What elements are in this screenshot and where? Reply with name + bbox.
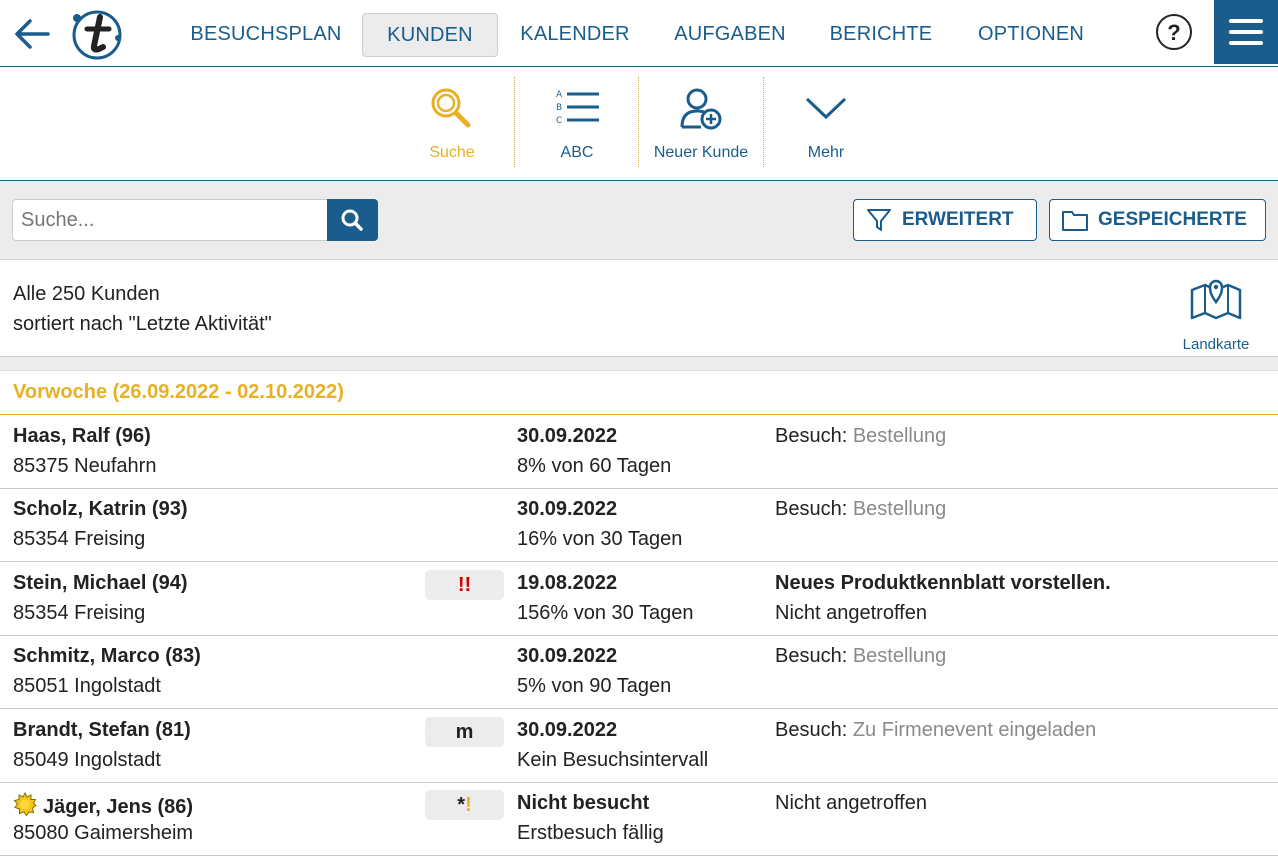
activity-type: Besuch: [775, 425, 848, 447]
folder-icon [1062, 211, 1088, 231]
customer-name-with-new-marker: Jäger, Jens (86) [13, 792, 193, 819]
result-summary: Alle 250 Kunden sortiert nach "Letzte Ak… [0, 260, 1278, 357]
magnifier-icon [431, 88, 471, 128]
last-activity: Nicht angetroffen [775, 792, 927, 814]
last-visit-date: 30.09.2022 [517, 425, 618, 447]
tab-aufgaben[interactable]: AUFGABEN [658, 13, 802, 55]
map-button[interactable]: Landkarte [1174, 270, 1258, 353]
toolbar-new-customer-label: Neuer Kunde [653, 144, 749, 161]
new-customer-sun-icon [13, 792, 37, 816]
toolbar-abc-button[interactable]: A B C ABC [515, 67, 639, 180]
customer-count-text: Alle 250 Kunden [13, 283, 160, 305]
tab-optionen[interactable]: OPTIONEN [960, 13, 1102, 55]
map-label: Landkarte [1182, 336, 1250, 353]
customer-city: 85051 Ingolstadt [13, 675, 161, 697]
toolbar-more-button[interactable]: Mehr [764, 67, 888, 180]
last-visit-date: 30.09.2022 [517, 719, 618, 741]
activity-detail: Zu Firmenevent eingeladen [852, 719, 1097, 741]
search-input[interactable] [12, 199, 328, 241]
svg-text:B: B [556, 103, 562, 113]
customer-row[interactable]: Brandt, Stefan (81) 85049 Ingolstadt m 3… [0, 709, 1278, 783]
new-customer-badge: *! *! [425, 790, 504, 820]
customer-name: Scholz, Katrin (93) [13, 498, 188, 520]
customer-city: 85049 Ingolstadt [13, 749, 161, 771]
chevron-down-icon [805, 97, 847, 120]
last-visit-date: 30.09.2022 [517, 498, 618, 520]
add-person-icon [680, 88, 722, 130]
svg-text:C: C [556, 116, 562, 126]
activity-detail: Bestellung [852, 498, 947, 520]
last-visit-date: Nicht besucht [517, 792, 650, 814]
tab-berichte[interactable]: BERICHTE [817, 13, 945, 55]
last-activity: Neues Produktkennblatt vorstellen. [775, 572, 1111, 594]
toolbar-more-label: Mehr [807, 144, 845, 161]
activity-result: Nicht angetroffen [775, 602, 927, 624]
filter-icon [867, 209, 891, 231]
abc-list-icon: A B C [556, 90, 599, 126]
hamburger-menu-icon[interactable] [1214, 0, 1278, 64]
customer-name: Brandt, Stefan (81) [13, 719, 191, 741]
action-toolbar: Suche A B C ABC Neuer Kunde Mehr [0, 67, 1278, 181]
app-logo-icon [70, 8, 124, 62]
activity-detail: Bestellung [852, 645, 947, 667]
activity-detail: Bestellung [852, 425, 947, 447]
toolbar-abc-label: ABC [560, 144, 594, 161]
map-icon [1190, 279, 1242, 320]
sort-order-text: sortiert nach "Letzte Aktivität" [13, 313, 272, 335]
customer-name: Haas, Ralf (96) [13, 425, 151, 447]
extended-search-button[interactable]: ERWEITERT [853, 199, 1037, 241]
customer-name: Jäger, Jens (86) [43, 796, 194, 818]
section-spacer [0, 357, 1278, 371]
toolbar-new-customer-button[interactable]: Neuer Kunde [639, 67, 763, 180]
customer-row[interactable]: Schmitz, Marco (83) 85051 Ingolstadt 30.… [0, 635, 1278, 709]
last-visit-date: 19.08.2022 [517, 572, 618, 594]
last-activity: Besuch: Bestellung [775, 425, 946, 448]
extended-search-label: ERWEITERT [902, 209, 1014, 230]
customer-row[interactable]: Jäger, Jens (86) 85080 Gaimersheim *! *!… [0, 782, 1278, 856]
exclamation-mark: ! [465, 794, 472, 816]
toolbar-search-label: Suche [429, 144, 475, 161]
tab-besuchsplan[interactable]: BESUCHSPLAN [178, 13, 354, 55]
activity-type: Besuch: [775, 498, 848, 520]
svg-text:A: A [556, 90, 563, 100]
saved-searches-label: GESPEICHERTE [1098, 209, 1247, 230]
customer-city: 85354 Freising [13, 602, 146, 624]
visit-interval: Kein Besuchsintervall [517, 749, 709, 771]
last-visit-date: 30.09.2022 [517, 645, 618, 667]
week-group-header: Vorwoche (26.09.2022 - 02.10.2022) [0, 371, 1278, 415]
back-arrow-icon[interactable] [12, 16, 52, 52]
visit-interval: 156% von 30 Tagen [517, 602, 694, 624]
top-navigation-bar: BESUCHSPLAN KUNDEN KALENDER AUFGABEN BER… [0, 0, 1278, 67]
customer-name: Stein, Michael (94) [13, 572, 188, 594]
last-activity: Besuch: Zu Firmenevent eingeladen [775, 719, 1096, 742]
marker-badge: m [425, 717, 504, 747]
search-icon [341, 209, 363, 231]
help-icon[interactable]: ? [1156, 14, 1192, 50]
activity-type: Besuch: [775, 719, 848, 741]
week-group-label: Vorwoche (26.09.2022 - 02.10.2022) [13, 381, 344, 403]
last-activity: Besuch: Bestellung [775, 645, 946, 668]
saved-searches-button[interactable]: GESPEICHERTE [1049, 199, 1266, 241]
search-button[interactable] [327, 199, 378, 241]
customer-row[interactable]: Scholz, Katrin (93) 85354 Freising 30.09… [0, 488, 1278, 562]
toolbar-search-button[interactable]: Suche [390, 67, 514, 180]
customer-city: 85354 Freising [13, 528, 146, 550]
asterisk-mark: * [457, 794, 466, 816]
tab-kalender[interactable]: KALENDER [505, 13, 645, 55]
tab-kunden[interactable]: KUNDEN [362, 13, 498, 57]
customer-city: 85375 Neufahrn [13, 455, 157, 477]
visit-interval: 5% von 90 Tagen [517, 675, 672, 697]
customer-row[interactable]: Stein, Michael (94) 85354 Freising !! 19… [0, 562, 1278, 636]
customer-city: 85080 Gaimersheim [13, 822, 194, 844]
customer-name: Schmitz, Marco (83) [13, 645, 201, 667]
visit-interval: 16% von 30 Tagen [517, 528, 683, 550]
visit-interval: Erstbesuch fällig [517, 822, 664, 844]
priority-badge: !! [425, 570, 504, 600]
activity-type: Besuch: [775, 645, 848, 667]
visit-interval: 8% von 60 Tagen [517, 455, 672, 477]
customer-row[interactable]: Haas, Ralf (96) 85375 Neufahrn 30.09.202… [0, 415, 1278, 489]
last-activity: Besuch: Bestellung [775, 498, 946, 521]
search-bar: ERWEITERT GESPEICHERTE [0, 181, 1278, 260]
